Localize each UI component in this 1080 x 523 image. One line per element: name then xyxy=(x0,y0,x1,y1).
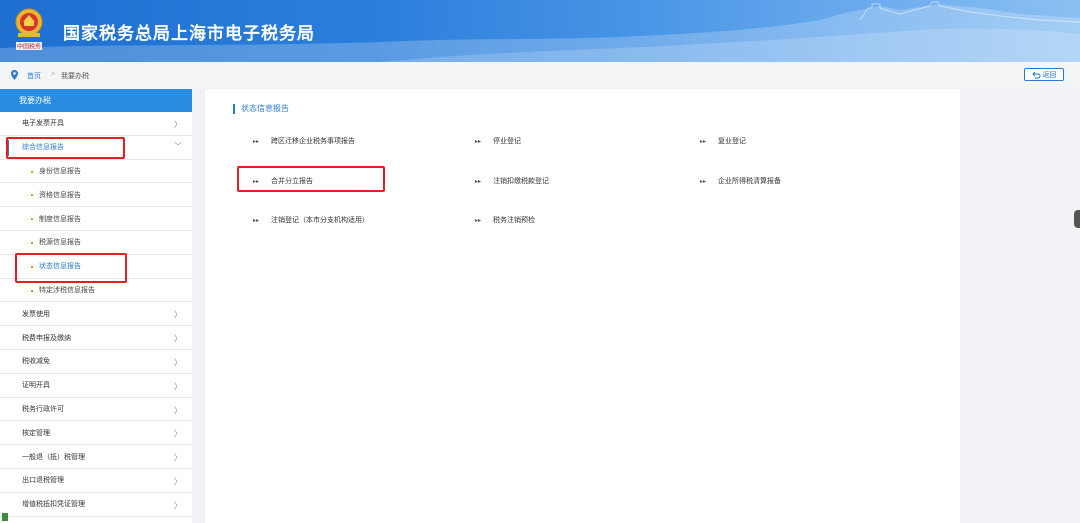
sidebar-subitem-specific-tax-report[interactable]: 特定涉税信息报告 xyxy=(0,279,192,303)
bullet-dot-icon xyxy=(31,170,33,173)
link-deregistration-branch[interactable]: ▸▸ 注销登记（本市分支机构适用） xyxy=(253,215,369,225)
expanded-indicator xyxy=(8,139,9,156)
sidebar-item-refund[interactable]: 一般退（抵）税管理 〉 xyxy=(0,445,192,469)
back-button[interactable]: 返回 xyxy=(1024,68,1064,81)
sidebar-item-label: 增值税抵扣凭证管理 xyxy=(22,501,85,509)
link-label: 跨区迁移企业税务事项报告 xyxy=(271,138,356,145)
link-merger-split-report[interactable]: ▸▸ 合并分立报告 xyxy=(253,176,313,186)
link-income-tax-liquidation[interactable]: ▸▸ 企业所得税清算报备 xyxy=(700,176,781,186)
double-arrow-icon: ▸▸ xyxy=(253,178,260,185)
chevron-right-icon: 〉 xyxy=(174,357,182,367)
sidebar-item-label: 发票使用 xyxy=(22,310,50,318)
chevron-right-icon: 〉 xyxy=(174,405,182,415)
sidebar-item-label: 税务行政许可 xyxy=(22,405,64,413)
sidebar-item-tax-reduction[interactable]: 税收减免 〉 xyxy=(0,350,192,374)
breadcrumb-home-link[interactable]: 首页 xyxy=(27,71,41,81)
link-label: 企业所得税清算报备 xyxy=(718,178,782,185)
link-label: 注销登记（本市分支机构适用） xyxy=(271,217,370,224)
tax-emblem-logo: 中国税务 xyxy=(15,8,43,51)
double-arrow-icon: ▸▸ xyxy=(475,178,482,185)
sidebar-item-label: 一般退（抵）税管理 xyxy=(22,453,85,461)
corner-mark xyxy=(2,513,8,521)
sidebar-item-label: 制度信息报告 xyxy=(39,215,81,223)
sidebar-subitem-tax-source-report[interactable]: 税源信息报告 xyxy=(0,231,192,255)
site-title: 国家税务总局上海市电子税务局 xyxy=(63,24,315,43)
chevron-right-icon: 〉 xyxy=(174,120,182,129)
sidebar-item-label: 出口退税管理 xyxy=(22,477,64,485)
link-suspension-registration[interactable]: ▸▸ 停业登记 xyxy=(475,136,521,146)
sidebar-item-label: 资格信息报告 xyxy=(39,191,81,199)
bullet-dot-icon xyxy=(31,194,33,197)
sidebar-title: 我要办税 xyxy=(0,89,192,112)
chevron-down-icon: ﹀ xyxy=(174,141,182,151)
sidebar-item-label: 税源信息报告 xyxy=(39,239,81,247)
sidebar-item-certificate[interactable]: 证明开具 〉 xyxy=(0,374,192,398)
sidebar-subitem-status-report[interactable]: 状态信息报告 xyxy=(0,255,192,279)
bullet-dot-icon xyxy=(31,265,33,268)
breadcrumb-current: 我要办税 xyxy=(61,73,89,80)
sidebar-subitem-qualification-report[interactable]: 资格信息报告 xyxy=(0,183,192,208)
sidebar-item-label: 身份信息报告 xyxy=(39,167,81,175)
chevron-right-icon: 〉 xyxy=(174,453,182,463)
link-label: 合并分立报告 xyxy=(271,178,314,185)
sidebar-item-label: 特定涉税信息报告 xyxy=(39,286,95,294)
sidebar-item-comprehensive-report[interactable]: 综合信息报告 ﹀ xyxy=(0,136,192,160)
sidebar-item-label: 电子发票开具 xyxy=(22,120,64,128)
sidebar-item-label: 税收减免 xyxy=(22,358,50,366)
chevron-right-icon: 〉 xyxy=(174,381,182,391)
sidebar-item-assessment[interactable]: 核定管理 〉 xyxy=(0,421,192,446)
side-scroll-handle[interactable] xyxy=(1074,210,1080,228)
sidebar-item-e-invoice[interactable]: 电子发票开具 〉 xyxy=(0,112,192,136)
link-label: 复业登记 xyxy=(718,138,747,145)
link-deregistration-precheck[interactable]: ▸▸ 税务注销预检 xyxy=(475,215,535,225)
chevron-right-icon: 〉 xyxy=(174,334,182,344)
breadcrumb-separator: > xyxy=(51,71,56,78)
bullet-dot-icon xyxy=(31,241,33,244)
double-arrow-icon: ▸▸ xyxy=(253,138,260,145)
sidebar-item-label: 核定管理 xyxy=(22,429,50,437)
back-button-label: 返回 xyxy=(1042,71,1057,79)
sidebar-item-declaration-payment[interactable]: 税费申报及缴纳 〉 xyxy=(0,326,192,350)
site-header: 中国税务 国家税务总局上海市电子税务局 xyxy=(0,0,1080,62)
main-panel: 状态信息报告 ▸▸ 跨区迁移企业税务事项报告 ▸▸ 停业登记 ▸▸ 复业登记 ▸… xyxy=(205,89,960,523)
double-arrow-icon: ▸▸ xyxy=(700,138,707,145)
section-title: 状态信息报告 xyxy=(233,104,289,114)
link-withholding-cancellation[interactable]: ▸▸ 注销扣缴税款登记 xyxy=(475,176,549,186)
sidebar: 我要办税 电子发票开具 〉 综合信息报告 ﹀ 身份信息报告 资格信息报告 制度信… xyxy=(0,89,192,523)
double-arrow-icon: ▸▸ xyxy=(475,217,482,224)
link-label: 注销扣缴税款登记 xyxy=(493,178,550,185)
sidebar-item-vat-deduction[interactable]: 增值税抵扣凭证管理 〉 xyxy=(0,493,192,517)
svg-text:中国税务: 中国税务 xyxy=(17,43,41,51)
location-pin-icon xyxy=(11,70,18,80)
chevron-right-icon: 〉 xyxy=(174,310,182,320)
link-resumption-registration[interactable]: ▸▸ 复业登记 xyxy=(700,136,746,146)
sidebar-item-invoice-use[interactable]: 发票使用 〉 xyxy=(0,302,192,327)
sidebar-item-admin-license[interactable]: 税务行政许可 〉 xyxy=(0,398,192,422)
double-arrow-icon: ▸▸ xyxy=(700,178,707,185)
sidebar-item-label: 证明开具 xyxy=(22,382,50,390)
bullet-dot-icon xyxy=(31,289,33,292)
chevron-right-icon: 〉 xyxy=(174,476,182,486)
return-arrow-icon xyxy=(1031,71,1041,78)
chevron-right-icon: 〉 xyxy=(174,500,182,510)
chevron-right-icon: 〉 xyxy=(174,429,182,439)
sidebar-subitem-system-report[interactable]: 制度信息报告 xyxy=(0,207,192,231)
sidebar-item-label: 税费申报及缴纳 xyxy=(22,334,71,342)
sidebar-item-label: 状态信息报告 xyxy=(39,263,81,271)
double-arrow-icon: ▸▸ xyxy=(253,217,260,224)
link-cross-region-migration[interactable]: ▸▸ 跨区迁移企业税务事项报告 xyxy=(253,136,355,146)
breadcrumb: 首页 > 我要办税 xyxy=(0,62,1080,88)
link-label: 税务注销预检 xyxy=(493,217,536,224)
sidebar-item-export-refund[interactable]: 出口退税管理 〉 xyxy=(0,469,192,493)
link-label: 停业登记 xyxy=(493,138,522,145)
sidebar-subitem-identity-report[interactable]: 身份信息报告 xyxy=(0,160,192,184)
bullet-dot-icon xyxy=(31,218,33,221)
double-arrow-icon: ▸▸ xyxy=(475,138,482,145)
sidebar-item-label: 综合信息报告 xyxy=(22,144,64,152)
